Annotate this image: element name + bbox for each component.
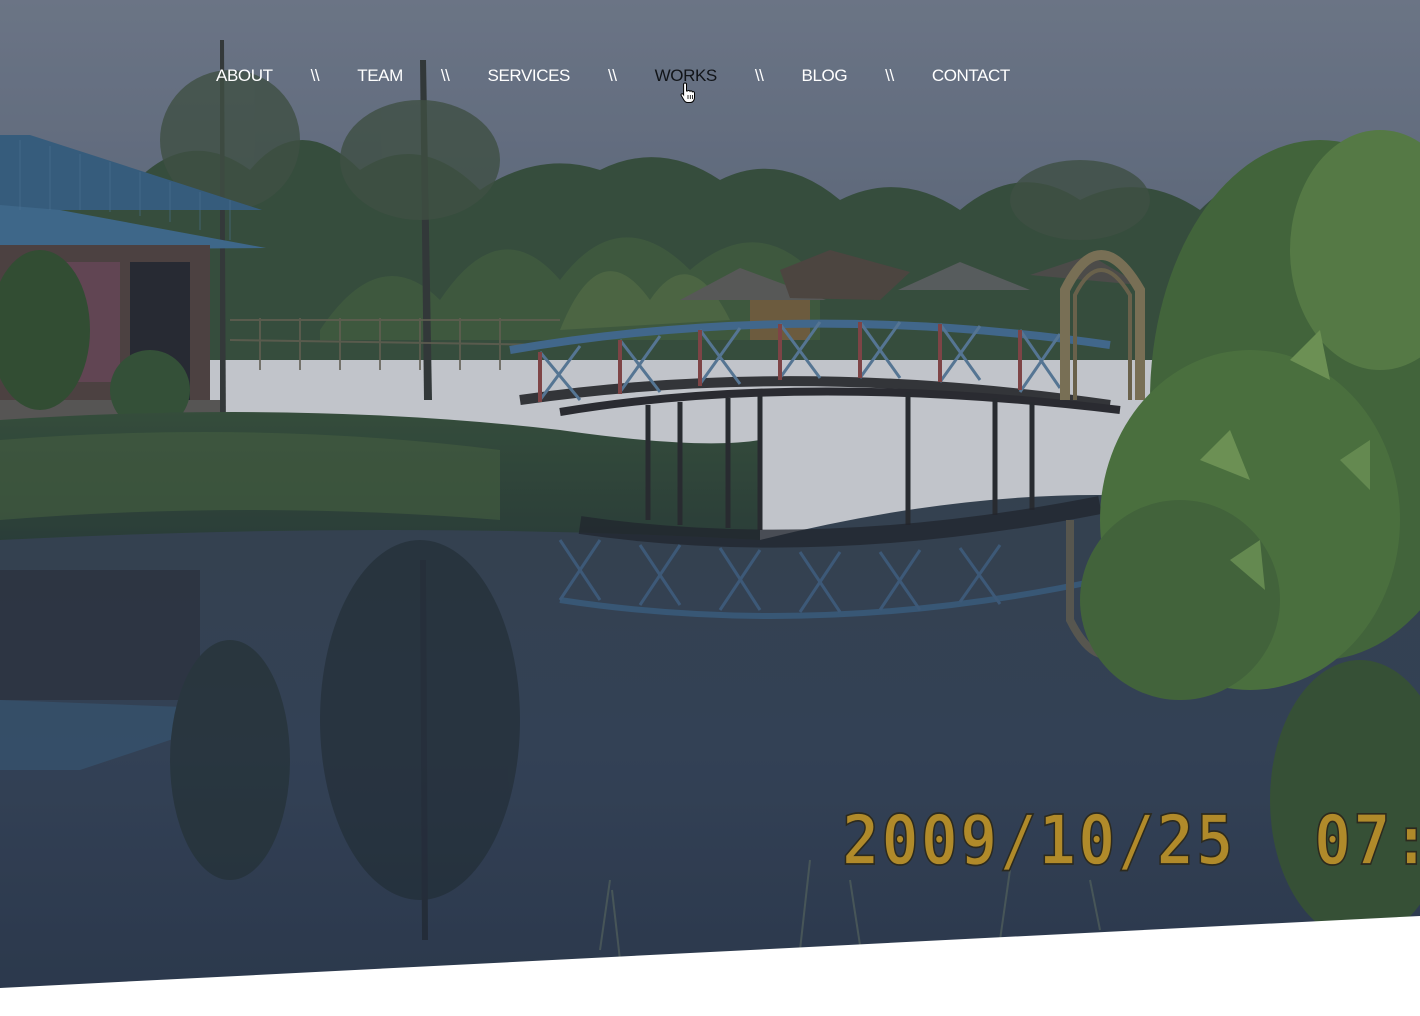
- nav-separator: \\: [440, 66, 450, 85]
- nav-contact[interactable]: CONTACT: [932, 63, 1011, 89]
- main-navigation: ABOUT \\ TEAM \\ SERVICES \\ WORKS \\ BL…: [216, 63, 1010, 89]
- nav-team[interactable]: TEAM: [357, 63, 403, 89]
- nav-separator: \\: [607, 66, 617, 85]
- nav-services[interactable]: SERVICES: [488, 63, 571, 89]
- nav-separator: \\: [754, 66, 764, 85]
- nav-about[interactable]: ABOUT: [216, 63, 273, 89]
- nav-separator: \\: [885, 66, 894, 85]
- hand-pointer-icon: [680, 82, 695, 103]
- photo-timestamp: 2009/10/25 07:26: [841, 799, 1420, 881]
- nav-blog[interactable]: BLOG: [802, 63, 848, 89]
- hero-section: ABOUT \\ TEAM \\ SERVICES \\ WORKS \\ BL…: [0, 0, 1420, 1016]
- nav-separator: \\: [310, 66, 320, 85]
